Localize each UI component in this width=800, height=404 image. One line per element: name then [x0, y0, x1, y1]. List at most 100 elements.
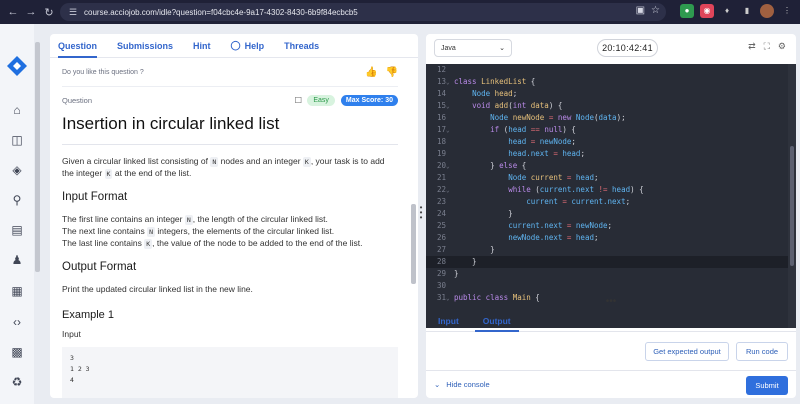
inline-code: N [210, 156, 219, 167]
left-rail: ⌂ ◫ ◈ ⚲ ▤ ♟ ▦ ‹› ▩ ♻ [0, 24, 34, 404]
section-label: Question [62, 96, 93, 105]
get-expected-output-button[interactable]: Get expected output [645, 342, 729, 361]
line-number: 17 [436, 125, 446, 134]
code-line: 20⌄ } else { [426, 160, 788, 172]
tab-threads[interactable]: Threads [284, 41, 319, 51]
desc-text: Given a circular linked list consisting … [62, 156, 208, 166]
code-icon[interactable]: ‹› [9, 314, 25, 330]
tab-question[interactable]: Question [58, 40, 98, 58]
recycle-icon[interactable]: ♻ [9, 374, 25, 390]
left-scrollbar-thumb[interactable] [35, 42, 40, 272]
line-number: 26 [436, 233, 446, 242]
code-line: 17⌄ if (head == null) { [426, 124, 788, 136]
chevron-down-icon: ⌄ [499, 45, 505, 52]
line-number: 18 [436, 137, 446, 146]
run-code-button[interactable]: Run code [736, 342, 788, 361]
address-bar[interactable]: ☰ course.acciojob.com/idle?question=f04c… [60, 3, 666, 21]
line-number: 29 [436, 269, 446, 278]
tab-help-label: Help [244, 40, 265, 51]
code-editor[interactable]: 12 13⌄ class LinkedList { 14 Node head; 1… [426, 64, 796, 328]
thumbs-up-icon[interactable]: 👍 [365, 67, 377, 78]
chevron-down-icon: ⌄ [434, 380, 441, 389]
forward-icon[interactable]: → [22, 3, 40, 21]
console-resize-handle[interactable]: ••• [601, 297, 621, 307]
tab-submissions-label: Submissions [117, 40, 174, 51]
layers-icon[interactable]: ◈ [9, 162, 25, 178]
code-line: 24 } [426, 208, 788, 220]
code-line: 30 [426, 280, 788, 292]
back-icon[interactable]: ← [4, 3, 22, 21]
document-icon[interactable]: ▦ [9, 283, 25, 299]
timer: 20:10:42:41 [597, 39, 658, 57]
tab-input[interactable]: Input [438, 316, 459, 326]
example-input-line: 1 2 3 [70, 365, 90, 373]
extensions-puzzle-icon[interactable]: ♦ [720, 4, 734, 18]
site-info-icon[interactable]: ☰ [66, 7, 80, 18]
tab-help[interactable]: ◯ Help [231, 40, 265, 51]
reload-icon[interactable]: ↻ [40, 3, 58, 21]
desc-text: at the end of the list. [114, 168, 192, 178]
tab-submissions[interactable]: Submissions [117, 41, 173, 51]
editor-scrollbar-thumb[interactable] [790, 146, 794, 266]
cast-icon[interactable]: ▣ [636, 5, 645, 16]
feedback-row: Do you like this question ? 👍 👎 [62, 59, 398, 87]
chat-icon[interactable]: ▤ [9, 222, 25, 238]
profile-avatar[interactable] [760, 4, 774, 18]
max-score-badge: Max Score: 30 [340, 95, 398, 106]
like-prompt: Do you like this question ? [62, 69, 144, 76]
extension-green-icon[interactable]: ● [680, 4, 694, 18]
left-scrollbar[interactable] [34, 34, 42, 398]
line-number: 20 [436, 161, 446, 170]
editor-footer: ⌄ Hide console Submit [426, 370, 796, 398]
if-text: The next line contains [62, 226, 145, 236]
fullscreen-icon[interactable]: ⛶ [764, 41, 770, 52]
code-line: 21 Node current = head; [426, 172, 788, 184]
reset-icon[interactable]: ⇄ [748, 41, 756, 52]
tab-hint-label: Hint [193, 40, 211, 51]
line-number: 15 [436, 101, 446, 110]
tab-question-label: Question [58, 40, 98, 51]
book-icon[interactable]: ◫ [9, 132, 25, 148]
calendar-icon[interactable]: ▩ [9, 344, 25, 360]
code-line: 12 [426, 64, 788, 76]
line-number: 13 [436, 77, 446, 86]
if-text: , the length of the circular linked list… [192, 214, 328, 224]
code-line: 26 newNode.next = head; [426, 232, 788, 244]
sidepanel-icon[interactable]: ▮ [740, 4, 754, 18]
bookmark-icon[interactable]: □ [295, 95, 301, 106]
logo-icon[interactable] [5, 54, 29, 78]
question-content[interactable]: Do you like this question ? 👍 👎 Question… [50, 59, 410, 398]
thumbs-down-icon[interactable]: 👎 [386, 67, 398, 78]
code-line: 16 Node newNode = new Node(data); [426, 112, 788, 124]
people-icon[interactable]: ♟ [9, 252, 25, 268]
code-line: 13⌄ class LinkedList { [426, 76, 788, 88]
star-icon[interactable]: ☆ [651, 5, 660, 16]
inline-code: K [302, 156, 311, 167]
home-icon[interactable]: ⌂ [9, 102, 25, 118]
code-line: 27 } [426, 244, 788, 256]
editor-scrollbar[interactable] [788, 64, 796, 328]
page-title: Insertion in circular linked list [62, 114, 280, 133]
extension-red-icon[interactable]: ◉ [700, 4, 714, 18]
hide-console-button[interactable]: ⌄ Hide console [434, 380, 490, 389]
if-text: , the value of the node to be added to t… [152, 238, 363, 248]
trophy-icon[interactable]: ⚲ [9, 192, 25, 208]
language-select[interactable]: Java ⌄ [434, 39, 512, 57]
question-scrollbar-thumb[interactable] [411, 204, 416, 284]
question-scrollbar[interactable] [410, 34, 418, 398]
settings-gear-icon[interactable]: ⚙ [778, 41, 786, 52]
output-format-text: Print the updated circular linked list i… [62, 284, 253, 294]
submit-button[interactable]: Submit [746, 376, 788, 395]
if-text: The last line contains [62, 238, 142, 248]
code-line: 19 head.next = head; [426, 148, 788, 160]
tab-output[interactable]: Output [474, 316, 519, 332]
question-panel: Question Submissions Hint ◯ Help Threads … [50, 34, 418, 398]
more-menu-icon[interactable]: ⋮ [780, 4, 794, 18]
code-line-current: 28 } [426, 256, 788, 268]
tab-hint[interactable]: Hint [193, 41, 211, 51]
example-input-line: 4 [70, 376, 74, 384]
panel-resize-handle[interactable]: • • • [419, 204, 423, 222]
url-text[interactable]: course.acciojob.com/idle?question=f04cbc… [84, 8, 358, 17]
inline-code: N [184, 214, 193, 225]
tab-threads-label: Threads [284, 40, 320, 51]
